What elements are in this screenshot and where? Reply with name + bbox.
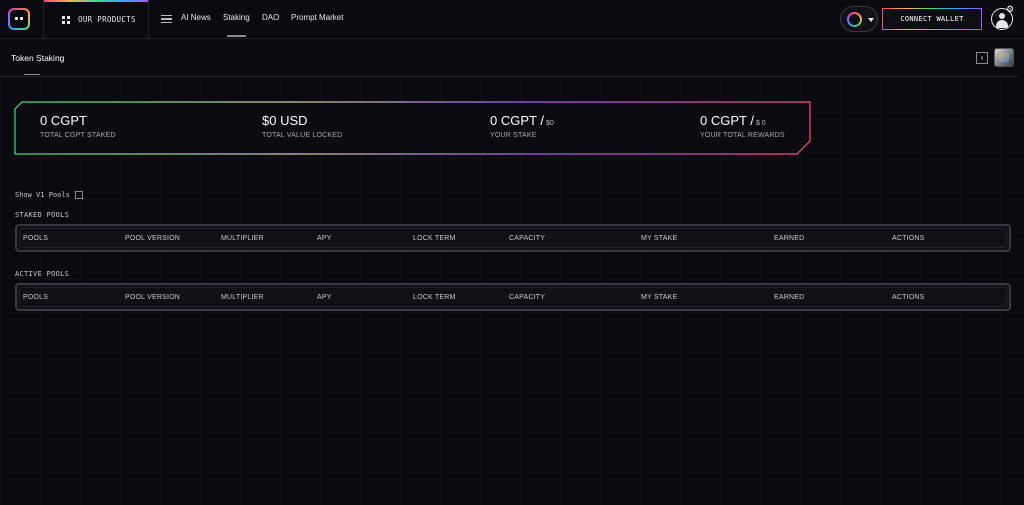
col-capacity: CAPACITY: [509, 294, 546, 301]
stat-your-rewards: 0 CGPT / $ 0 YOUR TOTAL REWARDS: [700, 113, 785, 139]
col-actions: ACTIONS: [892, 235, 925, 242]
grid-dots-icon: [62, 15, 70, 24]
stat-value: 0 CGPT / $ 0: [700, 113, 766, 128]
col-apy: APY: [317, 294, 332, 301]
chain-selector[interactable]: [840, 6, 878, 32]
stat-label: TOTAL CGPT STAKED: [40, 132, 116, 139]
nav-link-dao[interactable]: DAO: [262, 13, 279, 22]
our-products-button[interactable]: OUR PRODUCTS: [43, 0, 149, 39]
stat-label: TOTAL VALUE LOCKED: [262, 132, 343, 139]
col-my-stake: MY STAKE: [641, 294, 678, 301]
nav-link-staking[interactable]: Staking: [223, 13, 250, 37]
gear-icon[interactable]: ⚙: [1006, 5, 1015, 14]
col-my-stake: MY STAKE: [641, 235, 678, 242]
col-earned: EARNED: [774, 235, 805, 242]
col-lock-term: LOCK TERM: [413, 235, 456, 242]
chevron-down-icon: [868, 18, 874, 22]
col-pool-version: POOL VERSION: [125, 294, 181, 301]
menu-icon[interactable]: [161, 15, 172, 23]
cube-icon[interactable]: [994, 48, 1014, 67]
logo-icon[interactable]: [8, 8, 30, 30]
chevron-left-icon[interactable]: ‹: [976, 52, 988, 64]
stat-label: YOUR TOTAL REWARDS: [700, 132, 785, 139]
stats-panel-border: [14, 101, 811, 155]
show-v1-label: Show V1 Pools: [15, 191, 70, 199]
page-title: Token Staking: [11, 53, 65, 63]
active-pools-label: ACTIVE POOLS: [15, 270, 70, 278]
active-pools-table: POOLS POOL VERSION MULTIPLIER APY LOCK T…: [15, 283, 1011, 311]
stat-value: 0 CGPT: [40, 113, 87, 128]
col-pool-version: POOL VERSION: [125, 235, 181, 242]
our-products-label: OUR PRODUCTS: [78, 15, 136, 24]
col-pools: POOLS: [23, 294, 49, 301]
col-multiplier: MULTIPLIER: [221, 294, 264, 301]
col-lock-term: LOCK TERM: [413, 294, 456, 301]
col-multiplier: MULTIPLIER: [221, 235, 264, 242]
show-v1-checkbox[interactable]: [74, 191, 83, 199]
staked-pools-label: STAKED POOLS: [15, 211, 70, 219]
col-actions: ACTIONS: [892, 294, 925, 301]
col-pools: POOLS: [23, 235, 49, 242]
chain-icon: [847, 12, 862, 27]
connect-wallet-button[interactable]: CONNECT WALLET: [882, 8, 982, 30]
top-navbar: OUR PRODUCTS AI News Staking DAO Prompt …: [0, 0, 1024, 39]
col-earned: EARNED: [774, 294, 805, 301]
col-capacity: CAPACITY: [509, 235, 546, 242]
nav-link-ai-news[interactable]: AI News: [181, 13, 211, 22]
stat-total-value-locked: $0 USD TOTAL VALUE LOCKED: [262, 113, 342, 139]
stat-value: 0 CGPT / $0: [490, 113, 554, 128]
stat-total-staked: 0 CGPT TOTAL CGPT STAKED: [40, 113, 116, 139]
title-underline: [24, 74, 40, 75]
staked-pools-table: POOLS POOL VERSION MULTIPLIER APY LOCK T…: [15, 224, 1011, 252]
col-apy: APY: [317, 235, 332, 242]
stat-your-stake: 0 CGPT / $0 YOUR STAKE: [490, 113, 554, 139]
page-header: Token Staking ‹: [0, 39, 1018, 77]
stats-panel: 0 CGPT TOTAL CGPT STAKED $0 USD TOTAL VA…: [14, 101, 814, 155]
show-v1-toggle[interactable]: Show V1 Pools: [15, 191, 83, 199]
nav-link-prompt-market[interactable]: Prompt Market: [291, 13, 343, 22]
stat-label: YOUR STAKE: [490, 132, 537, 139]
stat-value: $0 USD: [262, 113, 308, 128]
